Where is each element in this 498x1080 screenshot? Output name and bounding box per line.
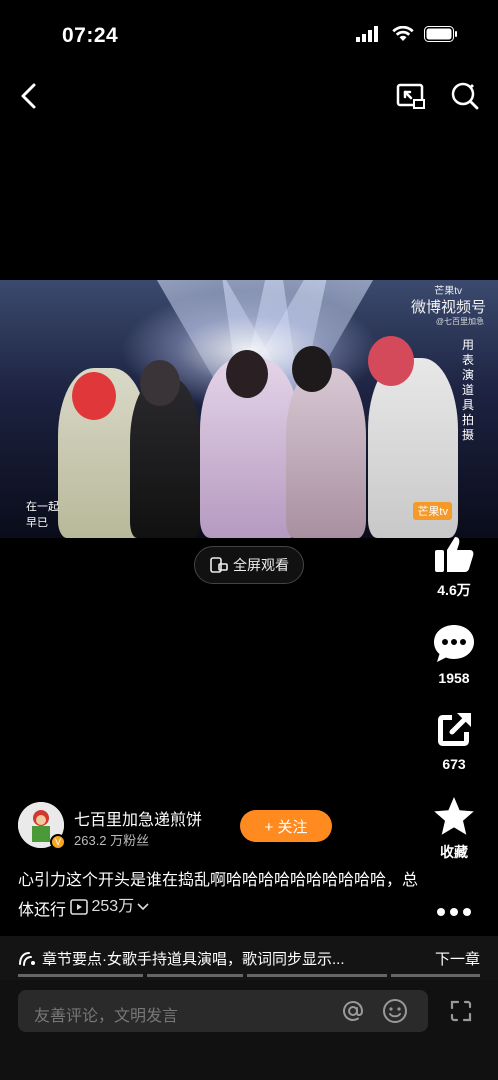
battery-icon bbox=[424, 26, 458, 47]
signal-icon bbox=[356, 26, 382, 47]
follow-button[interactable]: + 关注 bbox=[240, 810, 332, 842]
comment-count: 1958 bbox=[438, 670, 470, 686]
play-count-icon bbox=[70, 899, 89, 915]
performer-head bbox=[140, 360, 180, 406]
more-action[interactable] bbox=[430, 888, 478, 936]
performer-head bbox=[72, 372, 116, 420]
author-row: V 七百里加急递煎饼 263.2 万粉丝 + 关注 bbox=[18, 802, 338, 850]
comment-bubble-icon bbox=[430, 620, 478, 668]
cast-screen-icon bbox=[396, 83, 425, 109]
side-actions: 4.6万 1958 673 收藏 bbox=[426, 530, 482, 956]
status-time: 07:24 bbox=[62, 24, 119, 47]
like-action[interactable]: 4.6万 bbox=[430, 530, 478, 600]
wifi-icon bbox=[392, 25, 414, 47]
comment-action[interactable]: 1958 bbox=[430, 620, 478, 686]
lyric-line: 在一起 bbox=[26, 501, 59, 513]
expand-icon[interactable] bbox=[446, 996, 476, 1026]
chapter-text: 章节要点·女歌手持道具演唱，歌词同步显示... bbox=[42, 951, 345, 968]
video-caption[interactable]: 心引力这个开头是谁在捣乱啊哈哈哈哈哈哈哈哈哈哈，总体还行 253万 bbox=[18, 868, 418, 924]
share-count: 673 bbox=[442, 756, 466, 772]
fullscreen-label: 全屏观看 bbox=[233, 557, 289, 573]
lyric-line: 早已 bbox=[26, 517, 48, 529]
vertical-caption: 用表演道具拍摄 bbox=[462, 338, 475, 442]
weibo-watermark: 微博视频号 bbox=[410, 299, 486, 316]
comment-placeholder: 友善评论，文明发言 bbox=[34, 1008, 179, 1025]
thumbs-up-icon bbox=[430, 530, 478, 578]
view-count-value: 253万 bbox=[91, 898, 135, 915]
weibo-user-watermark: @七百里加急 bbox=[435, 317, 484, 326]
mango-tv-watermark: 芒果tv bbox=[434, 286, 462, 297]
view-count[interactable]: 253万 bbox=[70, 894, 149, 920]
fans-count: 263.2 万粉丝 bbox=[74, 833, 150, 848]
verified-badge-icon: V bbox=[50, 834, 66, 850]
mango-tv-logo: 芒果tv bbox=[413, 502, 452, 520]
chapter-progress-segment bbox=[18, 974, 143, 977]
status-icons bbox=[356, 25, 458, 47]
favorite-label: 收藏 bbox=[440, 844, 468, 860]
more-dots-icon bbox=[430, 888, 478, 936]
performer-head bbox=[292, 346, 332, 392]
top-nav bbox=[0, 72, 498, 122]
star-icon bbox=[430, 792, 478, 840]
performer-head bbox=[226, 350, 268, 398]
fullscreen-button[interactable]: 全屏观看 bbox=[194, 546, 304, 584]
chevron-left-icon bbox=[21, 83, 36, 109]
cast-button[interactable] bbox=[394, 78, 428, 114]
phone-rotate-icon bbox=[210, 557, 228, 573]
video-player[interactable]: 芒果tv 微博视频号 @七百里加急 用表演道具拍摄 在一起 早已 芒果tv bbox=[0, 280, 498, 538]
performer-head bbox=[368, 336, 414, 386]
comment-row: 友善评论，文明发言 bbox=[0, 980, 498, 1080]
performer bbox=[286, 368, 366, 538]
favorite-action[interactable]: 收藏 bbox=[430, 792, 478, 862]
search-button[interactable] bbox=[448, 78, 482, 114]
status-bar: 07:24 bbox=[0, 0, 498, 70]
author-name[interactable]: 七百里加急递煎饼 bbox=[74, 806, 202, 830]
back-button[interactable] bbox=[10, 76, 46, 116]
like-count: 4.6万 bbox=[437, 582, 471, 598]
next-chapter-button[interactable]: 下一章 bbox=[435, 948, 480, 969]
emoji-icon[interactable] bbox=[382, 998, 408, 1024]
chevron-down-icon bbox=[137, 903, 149, 911]
share-icon bbox=[430, 706, 478, 754]
comment-input[interactable]: 友善评论，文明发言 bbox=[18, 990, 428, 1032]
chapter-icon bbox=[19, 951, 35, 966]
search-icon bbox=[451, 82, 479, 110]
chapter-progress-segment bbox=[391, 974, 480, 977]
chapter-bar[interactable]: 章节要点·女歌手持道具演唱，歌词同步显示... 下一章 bbox=[0, 936, 498, 980]
chapter-summary[interactable]: 章节要点·女歌手持道具演唱，歌词同步显示... bbox=[18, 948, 345, 969]
chapter-progress-segment bbox=[147, 974, 243, 977]
at-mention-icon[interactable] bbox=[340, 998, 366, 1024]
chapter-progress-segment bbox=[247, 974, 387, 977]
share-action[interactable]: 673 bbox=[430, 706, 478, 772]
